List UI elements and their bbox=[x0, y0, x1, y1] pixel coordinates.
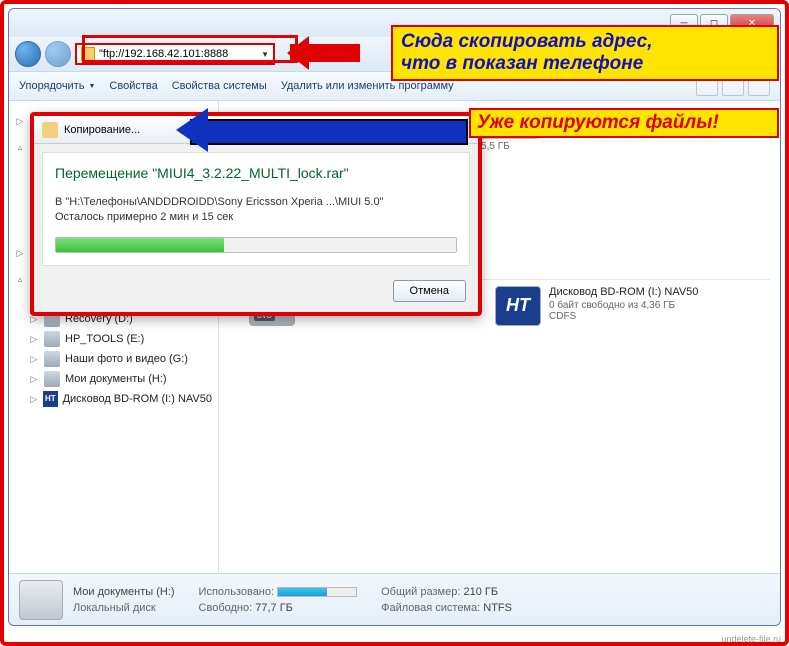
dialog-heading: Перемещение "MIUI4_3.2.22_MULTI_lock.rar… bbox=[55, 165, 457, 181]
drive-bdrom[interactable]: Дисковод BD-ROM (I:) NAV50 0 байт свобод… bbox=[495, 286, 725, 326]
dialog-destination: В "H:\Телефоны\ANDDDROIDD\Sony Ericsson … bbox=[55, 195, 457, 210]
properties-button[interactable]: Свойства bbox=[109, 80, 157, 92]
organize-menu[interactable]: Упорядочить▼ bbox=[19, 80, 95, 92]
address-input[interactable]: "ftp://192.168.42.101:8888 ▼ bbox=[75, 43, 275, 65]
address-text: "ftp://192.168.42.101:8888 bbox=[99, 48, 261, 60]
copy-icon bbox=[42, 122, 58, 138]
folder-icon bbox=[81, 47, 95, 61]
tree-drive-e[interactable]: ▷HP_TOOLS (E:) bbox=[11, 329, 216, 349]
watermark: undelete-file.ru bbox=[721, 634, 781, 644]
tree-drive-g[interactable]: ▷Наши фото и видео (G:) bbox=[11, 349, 216, 369]
annotation-red-arrow bbox=[290, 38, 390, 68]
dialog-title-text: Копирование... bbox=[64, 124, 140, 136]
tree-drive-h[interactable]: ▷Мои документы (H:) bbox=[11, 369, 216, 389]
progress-bar bbox=[55, 237, 457, 253]
uninstall-button[interactable]: Удалить или изменить программу bbox=[281, 80, 454, 92]
annotation-yellow-box-2: Уже копируются файлы! bbox=[469, 108, 779, 138]
tree-drive-i[interactable]: ▷HTДисковод BD-ROM (I:) NAV50 bbox=[11, 389, 216, 409]
status-drive-name: Мои документы (H:) bbox=[73, 584, 175, 600]
back-button[interactable] bbox=[15, 41, 41, 67]
system-properties-button[interactable]: Свойства системы bbox=[172, 80, 267, 92]
address-dropdown-icon[interactable]: ▼ bbox=[261, 50, 269, 59]
annotation-blue-arrow bbox=[160, 112, 480, 148]
hdd-icon bbox=[19, 580, 63, 620]
details-pane: Мои документы (H:) Локальный диск Исполь… bbox=[9, 573, 780, 625]
annotation-yellow-box-1: Сюда скопировать адрес, что в показан те… bbox=[391, 25, 779, 81]
forward-button[interactable] bbox=[45, 41, 71, 67]
cancel-button[interactable]: Отмена bbox=[393, 280, 466, 302]
dialog-remaining: Осталось примерно 2 мин и 15 сек bbox=[55, 210, 457, 225]
explorer-window: ─ ◻ ✕ "ftp://192.168.42.101:8888 ▼ Упоря… bbox=[8, 8, 781, 626]
bdrom-icon bbox=[495, 286, 541, 326]
